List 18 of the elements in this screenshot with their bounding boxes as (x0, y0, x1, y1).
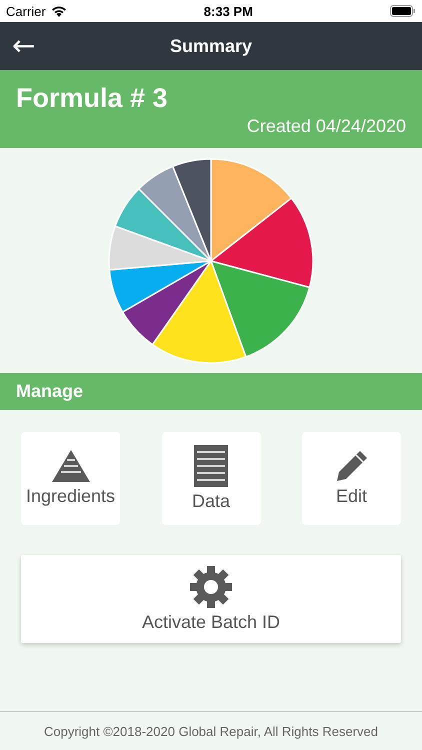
gear-icon (190, 566, 232, 608)
battery-icon (390, 5, 416, 17)
screen-title: Summary (170, 36, 252, 56)
formula-title: Formula # 3 (16, 83, 168, 114)
clock-label: 8:33 PM (204, 4, 253, 18)
action-button[interactable]: Edit (302, 432, 401, 525)
created-date: Created 04/24/2020 (246, 116, 406, 137)
activate-button[interactable]: Activate Batch ID (21, 555, 401, 643)
copyright-text: Copyright ©2018-2020 Global Repair, All Rights Reserved (44, 724, 378, 738)
list-icon (194, 445, 228, 487)
carrier-label: Carrier (6, 4, 46, 18)
section-title: Manage (16, 381, 84, 402)
wifi-icon (50, 5, 67, 17)
back-button[interactable]: ← (10, 30, 38, 62)
action-button[interactable]: Ingredients (21, 432, 120, 525)
pyramid-icon (52, 450, 90, 482)
action-button[interactable]: Data (162, 432, 260, 525)
pencil-icon (336, 450, 368, 482)
